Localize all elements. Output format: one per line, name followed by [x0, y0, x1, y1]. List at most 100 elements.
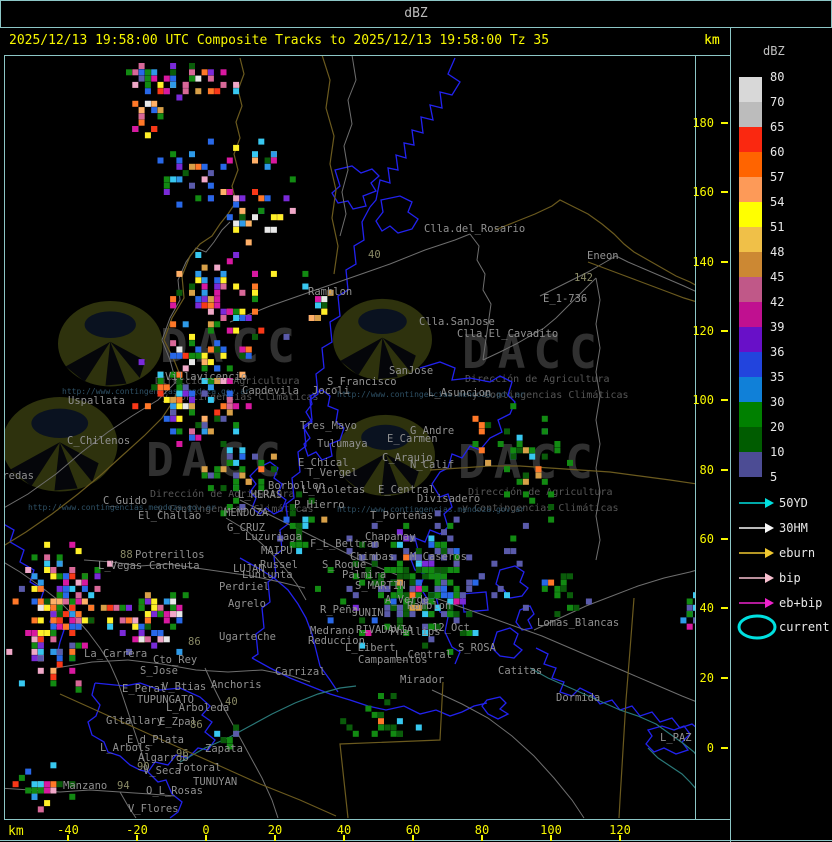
radar-pixel [81, 617, 88, 624]
radar-pixel [270, 214, 277, 221]
radar-pixel [37, 781, 44, 788]
radar-pixel [693, 592, 695, 599]
radar-pixel [170, 176, 177, 183]
radar-pixel [69, 642, 76, 649]
radar-pixel [163, 384, 170, 391]
map-city-label: Totoral [177, 762, 221, 774]
radar-pixel [220, 352, 227, 359]
radar-pixel [441, 573, 447, 580]
radar-pixel [69, 623, 76, 630]
eb+bip-arrow-icon [739, 598, 774, 608]
radar-pixel [201, 390, 208, 397]
radar-pixel [126, 604, 132, 611]
radar-pixel [189, 75, 195, 82]
map-city-label: Ramblon [407, 600, 451, 612]
radar-pixel [207, 359, 214, 366]
map-city-label: C_Chilenos [67, 435, 130, 447]
dacc-watermark-text: DACC [160, 319, 303, 373]
radar-pixel [201, 428, 208, 435]
dbz-scale-tick-label: 42 [770, 295, 785, 309]
radar-pixel [207, 485, 214, 492]
radar-pixel [31, 787, 38, 794]
eburn-arrow-icon [739, 548, 774, 558]
bottom-border [0, 840, 832, 841]
radar-pixel [126, 69, 132, 76]
radar-pixel [144, 623, 151, 630]
radar-pixel [138, 636, 145, 643]
radar-pixel [239, 308, 246, 315]
radar-pixel [214, 346, 221, 353]
map-city-label: Luzuriaga [245, 531, 302, 543]
radar-pixel [63, 598, 69, 605]
radar-pixel [214, 466, 221, 473]
radar-pixel [157, 157, 164, 164]
radar-pixel [170, 151, 177, 158]
radar-pixel [245, 346, 252, 353]
radar-pixel [144, 403, 151, 410]
radar-pixel [554, 585, 561, 592]
radar-pixel [214, 296, 221, 303]
map-boundary-line [375, 195, 419, 234]
radar-pixel [302, 270, 309, 277]
map-city-label: S_ROSA [458, 642, 497, 654]
radar-pixel [220, 403, 227, 410]
radar-pixel [50, 604, 57, 611]
radar-pixel [258, 195, 265, 202]
radar-pixel [522, 472, 529, 479]
radar-pixel [50, 648, 57, 655]
radar-pixel [176, 352, 183, 359]
radar-pixel [472, 441, 479, 447]
radar-pixel [270, 226, 277, 233]
radar-pixel [157, 371, 164, 378]
radar-pixel [189, 434, 195, 441]
map-road-line [431, 689, 585, 819]
50YD-arrow-icon [739, 498, 774, 508]
radar-pixel [226, 403, 233, 410]
dbz-scale-tick-label: 20 [770, 420, 785, 434]
radar-pixel [252, 296, 258, 303]
radar-pixel [81, 585, 88, 592]
radar-pixel [504, 548, 510, 555]
dbz-scale-tick-label: 36 [770, 345, 785, 359]
right-axis-tick-label: 180 [692, 116, 714, 130]
radar-pixel [189, 409, 195, 416]
radar-pixel [220, 277, 227, 284]
dbz-scale-tick-label: 57 [770, 170, 785, 184]
radar-pixel [31, 636, 38, 643]
radar-pixel [138, 604, 145, 611]
radar-pixel [252, 189, 258, 195]
radar-pixel [233, 422, 240, 429]
radar-pixel [214, 283, 221, 290]
radar-pixel [63, 585, 69, 592]
radar-pixel [170, 592, 177, 599]
radar-pixel [37, 630, 44, 636]
map-city-label: Uspallata [68, 395, 125, 407]
radar-pixel [516, 560, 523, 567]
right-axis-km-header: km [704, 33, 720, 48]
map-content: DACCDirección de Agriculturay Contingenc… [5, 56, 695, 819]
radar-pixel [170, 352, 177, 359]
radar-pixel [50, 630, 57, 636]
dacc-watermark-text: DACC [146, 433, 289, 487]
radar-pixel [189, 359, 195, 366]
right-axis-tick-mark [721, 747, 728, 749]
radar-pixel [485, 422, 492, 429]
radar-pixel [176, 441, 183, 447]
radar-pixel [201, 163, 208, 170]
dbz-scale-tick-label: 35 [770, 370, 785, 384]
map-city-label: C_Guido [103, 495, 147, 507]
radar-pixel [201, 302, 208, 309]
dbz-scale-tick-label: 5 [770, 470, 778, 484]
radar-pixel [31, 793, 38, 800]
radar-pixel [100, 604, 107, 611]
dbz-scale-swatch [739, 277, 762, 302]
radar-pixel [151, 630, 158, 636]
radar-pixel [176, 201, 183, 208]
radar-pixel [548, 504, 555, 510]
radar-pixel [144, 636, 151, 643]
right-axis-tick-mark [721, 122, 728, 124]
dbz-scale-swatch [739, 152, 762, 177]
radar-pixel [163, 415, 170, 422]
radar-pixel [50, 787, 57, 794]
map-route-number: 142 [574, 272, 593, 284]
